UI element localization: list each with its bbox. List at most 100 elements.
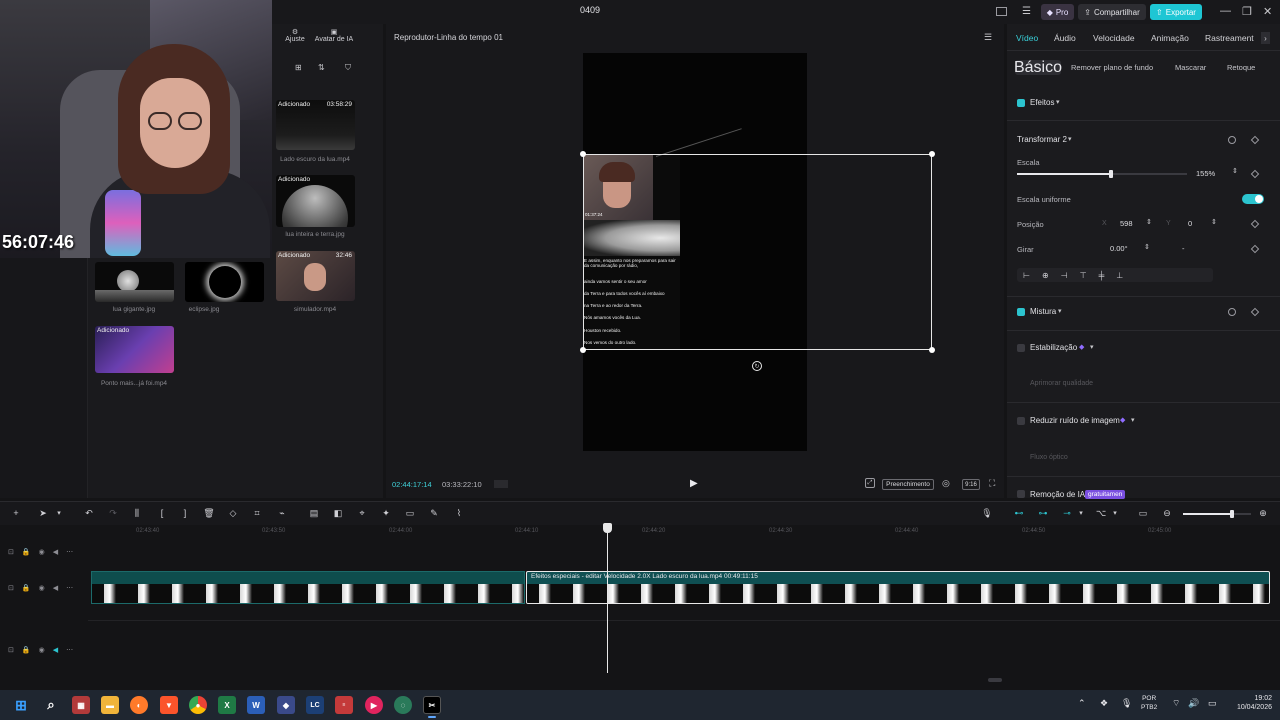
link-icon[interactable]: ⊶ bbox=[1038, 508, 1048, 518]
freeze-icon[interactable]: ▤ bbox=[309, 508, 319, 518]
zoom-out-icon[interactable]: ⊖ bbox=[1162, 508, 1172, 518]
align-right-icon[interactable]: ⊣ bbox=[1061, 271, 1068, 280]
media-item[interactable]: Adicionado bbox=[276, 175, 355, 227]
media-item[interactable] bbox=[185, 262, 264, 302]
subtab-remove-bg[interactable]: Remover plano de fundo bbox=[1071, 63, 1153, 72]
more-icon[interactable]: ⋯ bbox=[66, 548, 73, 556]
snap-icon[interactable]: ⌥ bbox=[1096, 508, 1106, 518]
rotate-extra[interactable]: - bbox=[1182, 242, 1185, 255]
media-item[interactable]: Adicionado bbox=[95, 326, 174, 373]
magic-icon[interactable]: ✦ bbox=[381, 508, 391, 518]
rotate-handle-icon[interactable]: ↻ bbox=[752, 361, 762, 371]
microphone-icon[interactable]: 🎙 bbox=[981, 508, 992, 518]
media-item[interactable]: Adicionado 32:46 bbox=[276, 251, 355, 301]
speed-icon[interactable]: ⌁ bbox=[277, 508, 287, 518]
layout-icon[interactable] bbox=[996, 7, 1007, 16]
speaker-icon[interactable]: ◀ bbox=[53, 584, 58, 592]
undo-icon[interactable]: ↶ bbox=[84, 508, 94, 518]
horizontal-scrollbar[interactable] bbox=[988, 678, 1002, 682]
align-bottom-icon[interactable]: ⊥ bbox=[1116, 271, 1123, 280]
noise-checkbox[interactable] bbox=[1017, 417, 1025, 425]
focus-icon[interactable]: ◎ bbox=[942, 478, 950, 489]
select-tool-icon[interactable]: ➤ bbox=[38, 508, 48, 518]
delete-icon[interactable]: 🗑 bbox=[203, 508, 214, 518]
add-track-icon[interactable]: + bbox=[11, 508, 21, 518]
brave-icon[interactable]: ▼ bbox=[160, 696, 178, 714]
firefox-icon[interactable]: ◐ bbox=[130, 696, 148, 714]
lock-icon[interactable]: 🔒 bbox=[22, 548, 31, 556]
marker-icon[interactable]: ◇ bbox=[228, 508, 238, 518]
export-button[interactable]: ⇧ Exportar bbox=[1150, 4, 1202, 20]
ai-remove-checkbox[interactable] bbox=[1017, 490, 1025, 498]
subtab-basic[interactable]: Básico bbox=[1014, 59, 1062, 76]
subtab-mask[interactable]: Mascarar bbox=[1175, 63, 1206, 72]
chevron-down-icon[interactable]: ▾ bbox=[1058, 307, 1062, 315]
fullscreen-icon[interactable]: ⛶ bbox=[989, 478, 995, 489]
menu-icon[interactable]: ☰ bbox=[984, 32, 992, 43]
app-icon[interactable]: ▦ bbox=[72, 696, 90, 714]
align-center-icon[interactable]: ⊕ bbox=[1042, 271, 1049, 280]
capcut-icon[interactable]: ✂ bbox=[423, 696, 441, 714]
chevron-down-icon[interactable]: ▾ bbox=[1090, 343, 1094, 351]
chevron-down-icon[interactable]: ▾ bbox=[1131, 416, 1135, 424]
tab-audio[interactable]: Áudio bbox=[1054, 33, 1076, 43]
subtab-retouch[interactable]: Retoque bbox=[1227, 63, 1255, 72]
magnet-icon[interactable]: ⊷ bbox=[1014, 508, 1024, 518]
stepper-icon[interactable]: ⇕ bbox=[1146, 218, 1152, 226]
resize-handle[interactable] bbox=[580, 151, 586, 157]
trim-right-icon[interactable]: ] bbox=[180, 508, 190, 518]
zoom-slider[interactable] bbox=[1183, 510, 1251, 518]
audio-wave-icon[interactable]: ◀ bbox=[53, 646, 58, 654]
edit-icon[interactable]: ✎ bbox=[429, 508, 439, 518]
pro-button[interactable]: ◆ Pro bbox=[1041, 4, 1074, 20]
chevron-up-icon[interactable]: ⌃ bbox=[1078, 698, 1086, 709]
lock-icon[interactable]: 🔒 bbox=[22, 584, 31, 592]
timeline-area[interactable] bbox=[0, 525, 1280, 690]
uniform-scale-toggle[interactable] bbox=[1242, 194, 1264, 204]
adjust-tool[interactable]: ⚙ Ajuste bbox=[284, 28, 306, 43]
tab-video[interactable]: Vídeo bbox=[1016, 33, 1038, 43]
resize-handle[interactable] bbox=[580, 347, 586, 353]
volume-icon[interactable]: 🔊 bbox=[1188, 698, 1199, 709]
position-x-input[interactable]: 598 bbox=[1120, 217, 1133, 230]
system-clock[interactable]: 19:02 10/04/2026 bbox=[1230, 694, 1272, 712]
battery-icon[interactable]: ▭ bbox=[1208, 698, 1217, 709]
caption-icon[interactable]: ▭ bbox=[405, 508, 415, 518]
redo-icon[interactable]: ↷ bbox=[108, 508, 118, 518]
stepper-icon[interactable]: ⇕ bbox=[1211, 218, 1217, 226]
mirror-icon[interactable]: ◧ bbox=[333, 508, 343, 518]
timecode-toggle[interactable] bbox=[494, 480, 508, 488]
more-icon[interactable]: ⋯ bbox=[66, 646, 73, 654]
resize-handle[interactable] bbox=[929, 347, 935, 353]
crop-icon[interactable]: ⤢ bbox=[865, 478, 875, 488]
news-app-icon[interactable]: ≡ bbox=[335, 696, 353, 714]
playhead[interactable] bbox=[607, 523, 608, 673]
ai-avatar-tool[interactable]: ▣ Avatar de IA bbox=[312, 28, 356, 43]
tab-tracking[interactable]: Rastreament bbox=[1205, 33, 1257, 43]
filter-icon[interactable]: ⛉ bbox=[345, 63, 351, 73]
playhead-handle[interactable] bbox=[603, 523, 612, 533]
media-item[interactable]: Adicionado 03:58:29 bbox=[276, 100, 355, 150]
tracking-icon[interactable]: ⌖ bbox=[357, 508, 367, 518]
audio-sync-icon[interactable]: ⌇ bbox=[454, 508, 464, 518]
split-icon[interactable]: ⫼ bbox=[132, 508, 142, 518]
reset-icon[interactable] bbox=[1228, 136, 1236, 144]
stepper-icon[interactable]: ⇕ bbox=[1144, 243, 1150, 251]
align-left-icon[interactable]: ⊢ bbox=[1023, 271, 1030, 280]
share-button[interactable]: ⇪ Compartilhar bbox=[1078, 4, 1146, 20]
stepper-icon[interactable]: ⇕ bbox=[1232, 167, 1238, 175]
preview-axis-icon[interactable]: ⊸ bbox=[1062, 508, 1072, 518]
reset-icon[interactable] bbox=[1228, 308, 1236, 316]
wifi-icon[interactable]: ⌔ bbox=[1172, 698, 1180, 709]
input-language[interactable]: POR PTB2 bbox=[1141, 694, 1157, 712]
search-icon[interactable]: ⌕ bbox=[42, 696, 60, 714]
speaker-icon[interactable]: ◀ bbox=[53, 548, 58, 556]
maximize-icon[interactable]: ❐ bbox=[1242, 5, 1252, 18]
crop-icon[interactable]: ⌗ bbox=[252, 508, 262, 518]
lock-icon[interactable]: 🔒 bbox=[22, 646, 31, 654]
tab-animation[interactable]: Animação bbox=[1151, 33, 1189, 43]
eye-icon[interactable]: ◉ bbox=[39, 646, 45, 654]
media-item[interactable] bbox=[95, 262, 174, 302]
caption-toggle-icon[interactable]: ▭ bbox=[1138, 508, 1148, 518]
dropbox-icon[interactable]: ❖ bbox=[1100, 698, 1108, 709]
